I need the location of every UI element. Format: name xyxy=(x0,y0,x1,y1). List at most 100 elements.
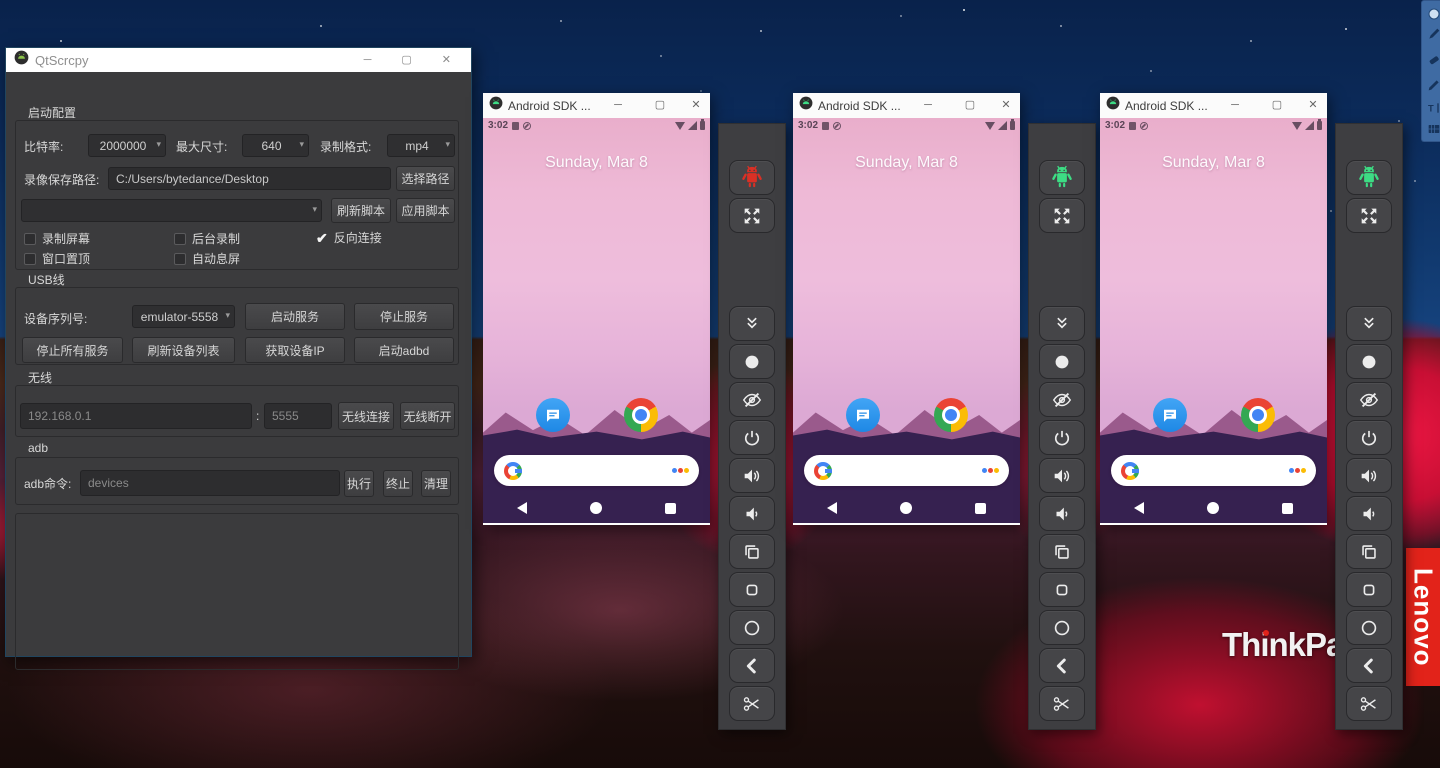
checkbox-window-on-top[interactable]: 窗口置顶 xyxy=(24,250,90,267)
checkbox-box[interactable] xyxy=(24,233,36,245)
phone-screen[interactable]: 3:02Sunday, Mar 8 xyxy=(1100,118,1327,523)
toolbar-button-show-touches[interactable] xyxy=(729,344,775,379)
close-button[interactable]: ✕ xyxy=(1303,93,1323,118)
toolbar-button-power[interactable] xyxy=(729,420,775,455)
qtscrcpy-titlebar[interactable]: QtScrcpy ─ ▢ ✕ xyxy=(6,48,471,72)
toolbar-button-volume-up[interactable] xyxy=(1039,458,1085,493)
toolbar-button-home[interactable] xyxy=(1039,610,1085,645)
device-serial-combo[interactable]: emulator-5558 ▾ xyxy=(132,305,235,328)
max-size-combo[interactable]: 640 ▾ xyxy=(242,134,309,157)
minimize-button[interactable]: ─ xyxy=(918,93,938,118)
wireless-disconnect-button[interactable]: 无线断开 xyxy=(400,402,455,430)
google-search-bar[interactable] xyxy=(804,455,1009,486)
toolbar-button-back[interactable] xyxy=(1346,648,1392,683)
nav-home-button[interactable] xyxy=(590,502,602,514)
marker-icon[interactable] xyxy=(1425,76,1440,94)
toolbar-button-scrcpy-logo[interactable] xyxy=(1346,160,1392,195)
toolbar-button-menu[interactable] xyxy=(729,572,775,607)
toolbar-button-menu[interactable] xyxy=(1346,572,1392,607)
nav-home-button[interactable] xyxy=(900,502,912,514)
maximize-button[interactable]: ▢ xyxy=(650,93,670,118)
messages-app-icon[interactable] xyxy=(536,398,570,432)
close-button[interactable]: ✕ xyxy=(442,48,451,72)
emulator-titlebar[interactable]: Android SDK ...─▢✕ xyxy=(483,93,710,118)
eraser-icon[interactable] xyxy=(1425,51,1440,69)
toolbar-button-back[interactable] xyxy=(729,648,775,683)
toolbar-button-volume-down[interactable] xyxy=(1346,496,1392,531)
nav-home-button[interactable] xyxy=(1207,502,1219,514)
close-button[interactable]: ✕ xyxy=(686,93,706,118)
toolbar-button-fullscreen[interactable] xyxy=(1039,198,1085,233)
toolbar-button-fullscreen[interactable] xyxy=(1346,198,1392,233)
toolbar-button-volume-up[interactable] xyxy=(729,458,775,493)
color-dot-icon[interactable] xyxy=(1425,5,1440,23)
toolbar-button-scrcpy-logo[interactable] xyxy=(1039,160,1085,195)
chrome-app-icon[interactable] xyxy=(934,398,968,432)
chrome-app-icon[interactable] xyxy=(1241,398,1275,432)
maximize-button[interactable]: ▢ xyxy=(401,48,411,72)
google-search-bar[interactable] xyxy=(1111,455,1316,486)
toolbar-button-expand-notifications[interactable] xyxy=(1039,306,1085,341)
checkbox-auto-screen-off[interactable]: 自动息屏 xyxy=(174,250,240,267)
nav-back-button[interactable] xyxy=(517,502,527,514)
pen-icon[interactable] xyxy=(1425,25,1440,43)
grid-icon[interactable] xyxy=(1425,120,1440,138)
chrome-app-icon[interactable] xyxy=(624,398,658,432)
get-device-ip-button[interactable]: 获取设备IP xyxy=(245,337,345,363)
toolbar-button-screenshot[interactable] xyxy=(1346,686,1392,721)
start-service-button[interactable]: 启动服务 xyxy=(245,303,345,330)
refresh-script-button[interactable]: 刷新脚本 xyxy=(331,198,391,223)
messages-app-icon[interactable] xyxy=(846,398,880,432)
text-tool-icon[interactable]: T xyxy=(1425,99,1440,117)
choose-path-button[interactable]: 选择路径 xyxy=(396,166,455,191)
checkbox-record-screen[interactable]: 录制屏幕 xyxy=(24,230,90,247)
minimize-button[interactable]: ─ xyxy=(608,93,628,118)
toolbar-button-show-touches[interactable] xyxy=(1039,344,1085,379)
checkbox-reverse-connect[interactable]: ✔ 反向连接 xyxy=(316,229,382,246)
record-format-combo[interactable]: mp4 ▾ xyxy=(387,134,455,157)
script-combo[interactable]: ▾ xyxy=(21,199,322,222)
toolbar-button-screenshot[interactable] xyxy=(1039,686,1085,721)
google-search-bar[interactable] xyxy=(494,455,699,486)
record-path-input[interactable]: C:/Users/bytedance/Desktop xyxy=(108,167,391,190)
checkbox-box[interactable] xyxy=(24,253,36,265)
close-button[interactable]: ✕ xyxy=(996,93,1016,118)
toolbar-button-turn-screen-off[interactable] xyxy=(1346,382,1392,417)
phone-screen[interactable]: 3:02Sunday, Mar 8 xyxy=(793,118,1020,523)
checkbox-box[interactable] xyxy=(174,253,186,265)
minimize-button[interactable]: ─ xyxy=(1225,93,1245,118)
clear-button[interactable]: 清理 xyxy=(421,470,451,497)
toolbar-button-screenshot[interactable] xyxy=(729,686,775,721)
refresh-device-list-button[interactable]: 刷新设备列表 xyxy=(132,337,235,363)
toolbar-button-scrcpy-logo[interactable] xyxy=(729,160,775,195)
start-adbd-button[interactable]: 启动adbd xyxy=(354,337,454,363)
toolbar-button-expand-notifications[interactable] xyxy=(1346,306,1392,341)
nav-recents-button[interactable] xyxy=(1282,503,1293,514)
toolbar-button-turn-screen-off[interactable] xyxy=(729,382,775,417)
nav-back-button[interactable] xyxy=(827,502,837,514)
execute-button[interactable]: 执行 xyxy=(344,470,374,497)
toolbar-button-power[interactable] xyxy=(1039,420,1085,455)
toolbar-button-fullscreen[interactable] xyxy=(729,198,775,233)
bitrate-combo[interactable]: 2000000 ▾ xyxy=(88,134,166,157)
emulator-titlebar[interactable]: Android SDK ...─▢✕ xyxy=(1100,93,1327,118)
maximize-button[interactable]: ▢ xyxy=(1267,93,1287,118)
emulator-titlebar[interactable]: Android SDK ...─▢✕ xyxy=(793,93,1020,118)
toolbar-button-volume-down[interactable] xyxy=(1039,496,1085,531)
toolbar-button-app-switch[interactable] xyxy=(729,534,775,569)
toolbar-button-show-touches[interactable] xyxy=(1346,344,1392,379)
terminate-button[interactable]: 终止 xyxy=(383,470,413,497)
checkbox-box[interactable] xyxy=(174,233,186,245)
checkbox-background-record[interactable]: 后台录制 xyxy=(174,230,240,247)
wireless-port-input[interactable]: 5555 xyxy=(264,403,332,429)
wireless-connect-button[interactable]: 无线连接 xyxy=(338,402,394,430)
toolbar-button-expand-notifications[interactable] xyxy=(729,306,775,341)
toolbar-button-app-switch[interactable] xyxy=(1346,534,1392,569)
nav-recents-button[interactable] xyxy=(665,503,676,514)
adb-command-input[interactable]: devices xyxy=(80,470,340,496)
phone-screen[interactable]: 3:02Sunday, Mar 8 xyxy=(483,118,710,523)
toolbar-button-turn-screen-off[interactable] xyxy=(1039,382,1085,417)
wireless-ip-input[interactable]: 192.168.0.1 xyxy=(20,403,252,429)
toolbar-button-back[interactable] xyxy=(1039,648,1085,683)
minimize-button[interactable]: ─ xyxy=(364,48,372,72)
